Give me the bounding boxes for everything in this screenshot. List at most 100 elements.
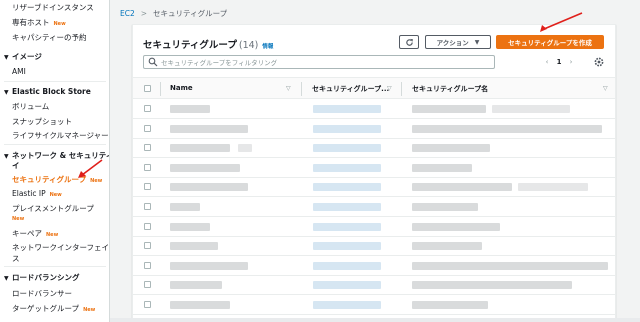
select-all-checkbox[interactable] bbox=[144, 85, 151, 92]
new-badge: New bbox=[49, 192, 62, 198]
row-checkbox[interactable] bbox=[144, 261, 151, 269]
caret-down-icon: ▼ bbox=[4, 153, 9, 160]
create-security-group-button[interactable]: セキュリティグループを作成 bbox=[496, 35, 604, 49]
table-row[interactable] bbox=[133, 217, 615, 237]
sidebar-item-dedicated-hosts[interactable]: 専有ホスト New bbox=[12, 17, 66, 28]
row-checkbox[interactable] bbox=[144, 281, 151, 289]
redacted-group-name bbox=[412, 301, 488, 309]
row-checkbox[interactable] bbox=[144, 144, 151, 152]
redacted-group-name bbox=[412, 105, 486, 113]
redacted-name bbox=[170, 242, 218, 251]
redacted-group-name bbox=[412, 183, 512, 192]
row-checkbox[interactable] bbox=[144, 222, 151, 230]
sidebar-item-elastic-ip[interactable]: Elastic IP New bbox=[12, 189, 62, 198]
actions-dropdown-button[interactable]: アクション ▼ bbox=[425, 35, 491, 49]
column-header-name[interactable]: Name bbox=[170, 84, 193, 92]
table-header: Name ▽ セキュリティグループ... ▽ セキュリティグループ名 ▽ bbox=[133, 77, 615, 99]
info-link[interactable]: 情報 bbox=[262, 44, 273, 50]
search-input[interactable]: セキュリティグループをフィルタリング bbox=[143, 55, 495, 69]
breadcrumb-ec2-link[interactable]: EC2 bbox=[120, 9, 135, 18]
sidebar-item-key-pairs[interactable]: キーペア New bbox=[12, 228, 58, 239]
table-row[interactable] bbox=[133, 295, 615, 315]
redacted-group-name bbox=[412, 261, 608, 270]
sort-icon[interactable]: ▽ bbox=[603, 85, 608, 92]
row-checkbox[interactable] bbox=[144, 124, 151, 132]
table-row[interactable] bbox=[133, 119, 615, 139]
caret-down-icon: ▼ bbox=[4, 275, 9, 282]
new-badge: New bbox=[46, 232, 59, 238]
sidebar-item-target-groups[interactable]: ターゲットグループ New bbox=[12, 303, 95, 314]
redacted-name bbox=[170, 261, 248, 270]
caret-down-icon: ▼ bbox=[474, 38, 480, 46]
row-checkbox[interactable] bbox=[144, 163, 151, 171]
table-row[interactable] bbox=[133, 138, 615, 159]
page-title: セキュリティグループ (14) 情報 bbox=[143, 40, 274, 51]
sidebar-section-load-balancing[interactable]: ▼ ロードバランシング bbox=[4, 272, 80, 283]
security-groups-panel: セキュリティグループ (14) 情報 アクション ▼ セキュリティグループを作成 セキ… bbox=[132, 24, 616, 322]
chevron-right-icon: > bbox=[140, 9, 148, 18]
table-row[interactable] bbox=[133, 236, 615, 257]
page-number[interactable]: 1 bbox=[553, 58, 565, 66]
column-header-security-group-name[interactable]: セキュリティグループ名 bbox=[412, 84, 488, 94]
divider bbox=[4, 266, 106, 267]
sidebar-item-load-balancers[interactable]: ロードバランサー bbox=[12, 288, 72, 299]
caret-down-icon: ▼ bbox=[4, 89, 9, 96]
redacted-group-id bbox=[313, 301, 381, 309]
sidebar-item-lifecycle-manager[interactable]: ライフサイクルマネージャー bbox=[12, 130, 109, 141]
annotation-arrow-icon bbox=[78, 159, 103, 178]
table-row[interactable] bbox=[133, 275, 615, 296]
sidebar-item-reserved-instances[interactable]: リザーブドインスタンス bbox=[12, 2, 94, 13]
redacted-group-name bbox=[412, 124, 602, 133]
refresh-icon bbox=[405, 38, 413, 46]
redacted-group-id bbox=[313, 124, 381, 133]
redacted-group-name bbox=[412, 144, 490, 153]
next-page-icon[interactable]: › bbox=[565, 58, 577, 66]
sort-icon[interactable]: ▽ bbox=[387, 85, 392, 92]
sidebar-section-network-security-wrap: イ bbox=[12, 161, 20, 170]
prev-page-icon[interactable]: ‹ bbox=[541, 58, 553, 66]
table-row[interactable] bbox=[133, 158, 615, 178]
sidebar-item-network-interfaces[interactable]: ネットワークインターフェイ bbox=[12, 242, 109, 253]
redacted-group-name bbox=[412, 222, 500, 231]
redacted-name bbox=[170, 144, 230, 153]
sidebar-item-capacity-reservations[interactable]: キャパシティーの予約 bbox=[12, 32, 87, 43]
row-checkbox[interactable] bbox=[144, 105, 151, 112]
redacted-group-name bbox=[518, 183, 588, 192]
horizontal-scrollbar[interactable] bbox=[110, 318, 640, 322]
column-divider bbox=[401, 82, 402, 96]
sidebar-item-placement-groups[interactable]: プレイスメントグループ bbox=[12, 203, 94, 214]
sort-icon[interactable]: ▽ bbox=[286, 85, 291, 92]
row-checkbox[interactable] bbox=[144, 242, 151, 250]
new-badge: New bbox=[53, 21, 66, 27]
count-badge: (14) bbox=[238, 40, 259, 51]
column-header-security-group-id[interactable]: セキュリティグループ... bbox=[312, 84, 389, 94]
sidebar-section-ebs[interactable]: ▼ Elastic Block Store bbox=[4, 87, 91, 96]
table-row[interactable] bbox=[133, 256, 615, 276]
redacted-group-id bbox=[313, 144, 381, 153]
row-checkbox[interactable] bbox=[144, 301, 151, 308]
table-row[interactable] bbox=[133, 197, 615, 217]
caret-down-icon: ▼ bbox=[4, 54, 9, 61]
column-divider bbox=[301, 82, 302, 96]
gear-icon[interactable] bbox=[593, 56, 605, 68]
sidebar-item-snapshots[interactable]: スナップショット bbox=[12, 116, 72, 127]
redacted-name bbox=[170, 222, 210, 231]
redacted-group-id bbox=[313, 222, 381, 231]
table-row[interactable] bbox=[133, 99, 615, 119]
sidebar-item-network-interfaces-wrap: ス bbox=[12, 254, 20, 263]
redacted-name bbox=[170, 203, 200, 211]
sidebar-section-images[interactable]: ▼ イメージ bbox=[4, 51, 42, 62]
row-checkbox[interactable] bbox=[144, 203, 151, 210]
table-row[interactable] bbox=[133, 177, 615, 198]
divider bbox=[4, 81, 106, 82]
breadcrumb: EC2 > セキュリティグループ bbox=[120, 8, 227, 19]
pagination: ‹ 1 › bbox=[541, 55, 577, 69]
redacted-group-id bbox=[313, 183, 381, 192]
row-checkbox[interactable] bbox=[144, 183, 151, 191]
redacted-group-name bbox=[492, 105, 570, 113]
refresh-button[interactable] bbox=[399, 35, 419, 49]
sidebar-item-volumes[interactable]: ボリューム bbox=[12, 101, 49, 112]
annotation-arrow-icon bbox=[540, 12, 583, 32]
sidebar-item-ami[interactable]: AMI bbox=[12, 67, 26, 76]
redacted-name bbox=[170, 163, 240, 172]
